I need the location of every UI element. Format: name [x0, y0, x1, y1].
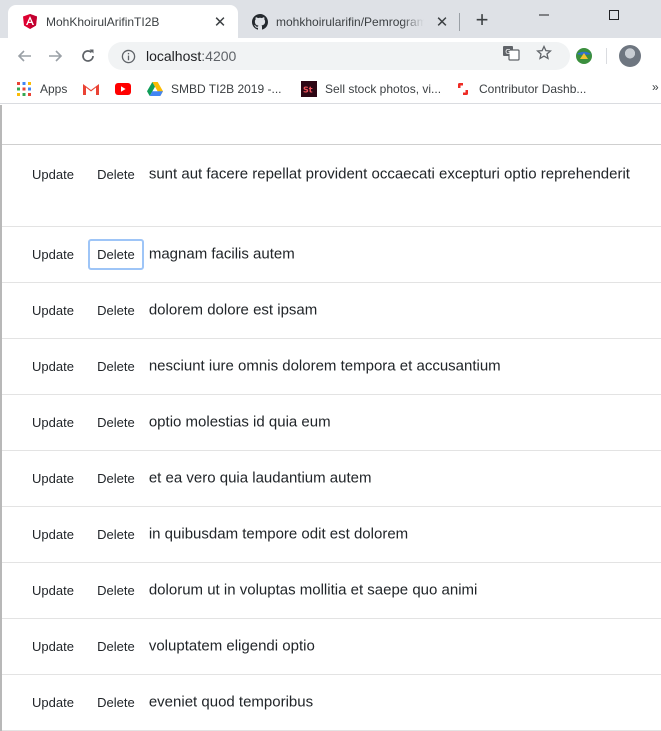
bookmark-label: Sell stock photos, vi...	[325, 82, 442, 96]
bookmark-smbd[interactable]: SMBD TI2B 2019 -...	[147, 80, 282, 98]
bookmark-gmail[interactable]	[83, 80, 107, 98]
toolbar-separator	[606, 48, 607, 64]
angular-icon	[22, 14, 38, 30]
list-item: Update Delete in quibusdam tempore odit …	[2, 507, 661, 563]
update-button[interactable]: Update	[23, 407, 83, 438]
post-title: dolorum ut in voluptas mollitia et saepe…	[148, 581, 478, 599]
adobe-stock-icon: St	[301, 81, 317, 97]
update-button[interactable]: Update	[23, 351, 83, 382]
update-button[interactable]: Update	[23, 575, 83, 606]
bookmark-label: SMBD TI2B 2019 -...	[171, 82, 282, 96]
update-button[interactable]: Update	[23, 519, 83, 550]
bookmark-contributor[interactable]: Contributor Dashb...	[455, 80, 586, 98]
update-button[interactable]: Update	[23, 631, 83, 662]
svg-text:G: G	[505, 48, 510, 56]
page-header	[2, 105, 661, 145]
bookmarks-bar: Apps SMBD TI2B 2019 -... St Sell stock p…	[0, 74, 661, 104]
post-title: nesciunt iure omnis dolorem tempora et a…	[148, 357, 501, 375]
address-bar[interactable]: localhost:4200	[108, 42, 570, 70]
url-host: localhost	[146, 48, 202, 64]
list-item: Update Delete magnam facilis autem	[2, 227, 661, 283]
update-button[interactable]: Update	[23, 295, 83, 326]
drive-icon	[147, 81, 163, 97]
svg-text:St: St	[303, 86, 313, 95]
browser-toolbar: localhost:4200 G	[0, 38, 661, 74]
extension-icon[interactable]	[574, 46, 594, 66]
delete-button[interactable]: Delete	[88, 575, 144, 606]
tab-strip: MohKhoirulArifinTI2B ✕ mohkhoirularifin/…	[0, 0, 661, 38]
apps-grid-icon	[16, 81, 32, 97]
post-title: voluptatem eligendi optio	[148, 637, 315, 655]
bookmark-apps[interactable]: Apps	[16, 80, 67, 98]
close-icon[interactable]: ✕	[212, 14, 228, 31]
list-item: Update Delete voluptatem eligendi optio	[2, 619, 661, 675]
bookmark-youtube[interactable]	[115, 80, 139, 98]
translate-icon[interactable]: G	[502, 44, 520, 62]
reload-icon[interactable]	[76, 44, 100, 68]
delete-button[interactable]: Delete	[88, 295, 144, 326]
back-arrow-icon[interactable]	[12, 44, 36, 68]
tab-active[interactable]: MohKhoirulArifinTI2B ✕	[8, 5, 238, 38]
list-item: Update Delete eveniet quod temporibus	[2, 675, 661, 731]
update-button[interactable]: Update	[23, 159, 83, 190]
delete-button[interactable]: Delete	[88, 351, 144, 382]
star-icon[interactable]	[535, 44, 553, 62]
close-icon[interactable]: ✕	[434, 14, 450, 31]
list-item: Update Delete dolorem dolore est ipsam	[2, 283, 661, 339]
post-list: Update Delete sunt aut facere repellat p…	[2, 146, 661, 731]
post-title: dolorem dolore est ipsam	[148, 301, 318, 319]
delete-button[interactable]: Delete	[88, 239, 144, 270]
delete-button[interactable]: Delete	[88, 407, 144, 438]
update-button[interactable]: Update	[23, 239, 83, 270]
update-button[interactable]: Update	[23, 687, 83, 718]
post-title: magnam facilis autem	[148, 245, 295, 263]
forward-arrow-icon[interactable]	[44, 44, 68, 68]
bookmark-label: Contributor Dashb...	[479, 82, 587, 96]
post-title: in quibusdam tempore odit est dolorem	[148, 525, 409, 543]
new-tab-icon[interactable]: +	[472, 9, 492, 31]
shutterstock-icon	[455, 81, 471, 97]
list-item: Update Delete optio molestias id quia eu…	[2, 395, 661, 451]
tab-inactive[interactable]: mohkhoirularifin/Pemrograman ✕	[238, 5, 460, 38]
post-title: et ea vero quia laudantium autem	[148, 469, 372, 487]
tab-separator	[459, 13, 460, 31]
delete-button[interactable]: Delete	[88, 519, 144, 550]
list-item: Update Delete dolorum ut in voluptas mol…	[2, 563, 661, 619]
maximize-icon[interactable]	[591, 0, 637, 30]
list-item: Update Delete sunt aut facere repellat p…	[2, 146, 661, 227]
post-title: eveniet quod temporibus	[148, 693, 314, 711]
delete-button[interactable]: Delete	[88, 463, 144, 494]
list-item: Update Delete et ea vero quia laudantium…	[2, 451, 661, 507]
post-title: sunt aut facere repellat provident occae…	[148, 165, 630, 183]
info-icon[interactable]	[120, 48, 136, 64]
post-title: optio molestias id quia eum	[148, 413, 331, 431]
gmail-icon	[83, 81, 99, 97]
list-item: Update Delete nesciunt iure omnis dolore…	[2, 339, 661, 395]
delete-button[interactable]: Delete	[88, 159, 144, 190]
tab-title: MohKhoirulArifinTI2B	[46, 14, 160, 29]
update-button[interactable]: Update	[23, 463, 83, 494]
tab-title: mohkhoirularifin/Pemrograman	[276, 14, 424, 29]
avatar[interactable]	[619, 45, 641, 67]
minimize-icon[interactable]	[521, 0, 567, 30]
youtube-icon	[115, 81, 131, 97]
delete-button[interactable]: Delete	[88, 687, 144, 718]
bookmarks-overflow-icon[interactable]: »	[652, 80, 659, 94]
bookmark-label: Apps	[40, 82, 68, 96]
bookmark-adobe-stock[interactable]: St Sell stock photos, vi...	[301, 80, 441, 98]
page-content: Update Delete sunt aut facere repellat p…	[0, 105, 661, 731]
github-icon	[252, 13, 268, 30]
url-port: :4200	[201, 48, 237, 64]
delete-button[interactable]: Delete	[88, 631, 144, 662]
